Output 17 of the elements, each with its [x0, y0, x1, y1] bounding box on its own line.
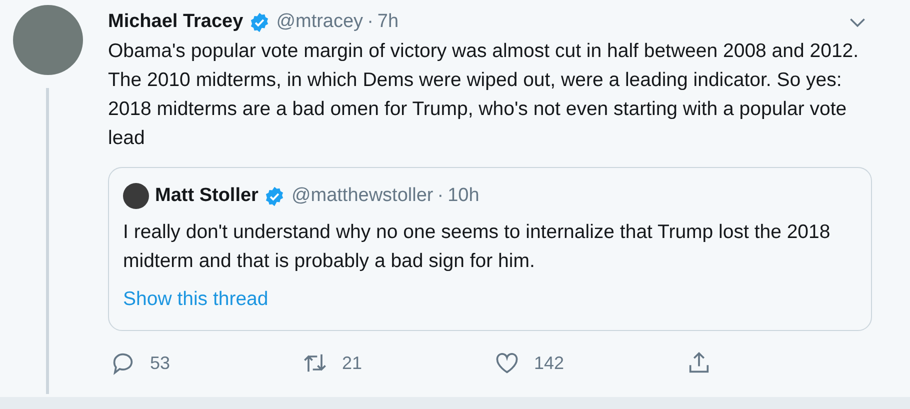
separator: ·: [437, 185, 444, 207]
author-handle: @matthewstoller: [291, 185, 434, 207]
author-name[interactable]: Michael Tracey: [108, 11, 244, 33]
action-count: 53: [150, 352, 170, 374]
author-handle[interactable]: @mtracey: [276, 11, 364, 33]
quoted-tweet-card[interactable]: Matt Stoller @matthewstoller · 10h I really don't understand why no one seems to internalize that Trump lost the 2018 midterm and that is probably a bad sign for him. Show this thread: [108, 167, 872, 331]
tweet-text: Obama's popular vote margin of victory was almost cut in half between 2008 and 2012. The 2010 midterms, in which Dems were wiped out, were a leading indicator. So yes: 2018 midterms are a bad omen for Trump, who's not even starting with a popular vote lead: [108, 39, 860, 151]
action-count: 142: [534, 352, 564, 374]
timestamp[interactable]: 7h: [377, 11, 399, 33]
avatar-placeholder[interactable]: [123, 183, 149, 209]
action-count: 21: [342, 352, 362, 374]
separator: ·: [367, 11, 374, 33]
quoted-tweet-text: I really don't understand why no one seems to internalize that Trump lost the 2018 midterm and that is probably a bad sign for him.: [123, 220, 832, 274]
timestamp: 10h: [448, 185, 480, 207]
heart-icon[interactable]: [494, 350, 520, 376]
caret-icon[interactable]: [849, 16, 866, 28]
author-name[interactable]: Matt Stoller: [155, 185, 258, 207]
